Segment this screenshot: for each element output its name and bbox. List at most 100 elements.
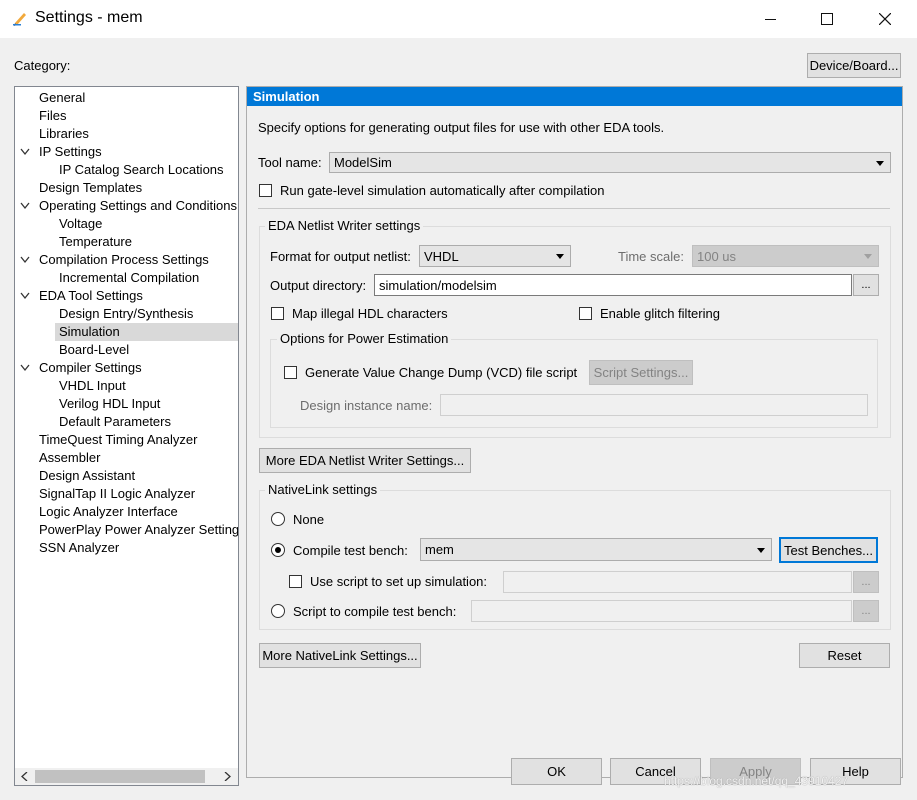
tree-item[interactable]: Compiler Settings [15, 359, 238, 377]
chevron-down-icon [864, 254, 872, 259]
tree-item-label: General [39, 90, 86, 105]
script-settings-button[interactable]: Script Settings... [589, 360, 693, 385]
output-dir-browse-button[interactable]: ... [853, 274, 879, 296]
tree-item-label: Operating Settings and Conditions [39, 198, 238, 213]
tree-item[interactable]: IP Catalog Search Locations [15, 161, 238, 179]
device-board-button[interactable]: Device/Board... [807, 53, 901, 78]
script-compile-input[interactable] [471, 600, 852, 622]
scroll-left-icon[interactable] [21, 772, 29, 781]
window-title: Settings - mem [35, 9, 143, 26]
chevron-down-icon [876, 160, 884, 166]
tree-item[interactable]: Simulation [55, 323, 238, 341]
tree-item-label: IP Catalog Search Locations [59, 162, 224, 177]
format-dropdown[interactable]: VHDL [419, 245, 571, 267]
tree-item[interactable]: Compilation Process Settings [15, 251, 238, 269]
tree-item[interactable]: Verilog HDL Input [15, 395, 238, 413]
tree-item[interactable]: PowerPlay Power Analyzer Settings [15, 521, 238, 539]
time-scale-dropdown[interactable]: 100 us [692, 245, 879, 267]
chevron-down-icon[interactable] [20, 256, 30, 264]
tree-item-label: Libraries [39, 126, 89, 141]
tree-item[interactable]: Board-Level [15, 341, 238, 359]
tree-item-label: SSN Analyzer [39, 540, 120, 555]
close-icon [879, 13, 891, 25]
tree-item-label: VHDL Input [59, 378, 126, 393]
tree-item-label: Assembler [39, 450, 101, 465]
scrollbar-thumb[interactable] [35, 770, 205, 783]
chevron-down-icon[interactable] [20, 292, 30, 300]
tree-item[interactable]: Temperature [15, 233, 238, 251]
more-nativelink-settings-button[interactable]: More NativeLink Settings... [259, 643, 421, 668]
reset-button[interactable]: Reset [799, 643, 890, 668]
nativelink-none-radio[interactable] [271, 512, 285, 526]
tree-item[interactable]: Libraries [15, 125, 238, 143]
tree-horizontal-scrollbar[interactable] [15, 768, 238, 785]
tree-item[interactable]: Operating Settings and Conditions [15, 197, 238, 215]
tree-item-label: Logic Analyzer Interface [39, 504, 178, 519]
ok-button[interactable]: OK [511, 758, 602, 785]
tree-item[interactable]: Design Assistant [15, 467, 238, 485]
tree-item[interactable]: General [15, 89, 238, 107]
chevron-down-icon [757, 547, 765, 553]
chevron-down-icon[interactable] [20, 202, 30, 210]
tool-name-dropdown[interactable]: ModelSim [329, 152, 891, 173]
tree-item[interactable]: Logic Analyzer Interface [15, 503, 238, 521]
time-scale-label: Time scale: [618, 249, 684, 264]
tree-item[interactable]: Design Entry/Synthesis [15, 305, 238, 323]
tree-item[interactable]: Voltage [15, 215, 238, 233]
run-gate-level-checkbox[interactable] [259, 184, 272, 197]
script-compile-radio[interactable] [271, 604, 285, 618]
run-gate-level-label: Run gate-level simulation automatically … [280, 183, 605, 198]
watermark: https://blog.csdn.net/qq_43910427 [664, 774, 849, 788]
vcd-checkbox[interactable] [284, 366, 297, 379]
title-bar: Settings - mem [0, 0, 917, 38]
glitch-filtering-checkbox[interactable] [579, 307, 592, 320]
design-instance-label: Design instance name: [300, 398, 433, 413]
tree-item[interactable]: Assembler [15, 449, 238, 467]
tree-item-label: Files [39, 108, 67, 123]
tree-item[interactable]: Incremental Compilation [15, 269, 238, 287]
tree-item[interactable]: Files [15, 107, 238, 125]
tree-item[interactable]: SignalTap II Logic Analyzer [15, 485, 238, 503]
tree-item-label: Verilog HDL Input [59, 396, 161, 411]
map-illegal-checkbox[interactable] [271, 307, 284, 320]
tree-item[interactable]: EDA Tool Settings [15, 287, 238, 305]
nativelink-none-label: None [293, 512, 325, 527]
script-compile-browse-button[interactable]: ... [853, 600, 879, 622]
tree-item[interactable]: Default Parameters [15, 413, 238, 431]
minimize-button[interactable] [747, 0, 793, 38]
format-label: Format for output netlist: [270, 249, 411, 264]
category-tree[interactable]: General Files Libraries IP Settings IP Catal… [14, 86, 239, 786]
use-script-browse-button[interactable]: ... [853, 571, 879, 593]
tree-item-label: EDA Tool Settings [39, 288, 143, 303]
tree-item[interactable]: SSN Analyzer [15, 539, 238, 557]
panel-description: Specify options for generating output fi… [258, 120, 665, 135]
test-benches-button[interactable]: Test Benches... [779, 537, 878, 563]
power-estimation-title: Options for Power Estimation [277, 331, 452, 346]
nativelink-title: NativeLink settings [265, 482, 381, 497]
tree-item-label: Compiler Settings [39, 360, 142, 375]
close-button[interactable] [862, 0, 908, 38]
more-eda-settings-button[interactable]: More EDA Netlist Writer Settings... [259, 448, 471, 473]
tool-name-label: Tool name: [258, 155, 322, 170]
compile-test-bench-dropdown[interactable]: mem [420, 538, 772, 561]
compile-test-bench-radio[interactable] [271, 543, 285, 557]
tree-item[interactable]: IP Settings [15, 143, 238, 161]
scroll-right-icon[interactable] [223, 772, 231, 781]
tree-item[interactable]: TimeQuest Timing Analyzer [15, 431, 238, 449]
output-dir-input[interactable]: simulation/modelsim [374, 274, 852, 296]
vcd-label: Generate Value Change Dump (VCD) file sc… [305, 365, 578, 380]
tree-item[interactable]: VHDL Input [15, 377, 238, 395]
design-instance-input[interactable] [440, 394, 868, 416]
tree-item-label: Simulation [59, 324, 120, 339]
compile-test-bench-label: Compile test bench: [293, 543, 408, 558]
chevron-down-icon[interactable] [20, 148, 30, 156]
maximize-button[interactable] [804, 0, 850, 38]
netlist-writer-title: EDA Netlist Writer settings [265, 218, 424, 233]
chevron-down-icon[interactable] [20, 364, 30, 372]
chevron-down-icon [556, 254, 564, 259]
use-script-input[interactable] [503, 571, 852, 593]
use-script-label: Use script to set up simulation: [310, 574, 488, 589]
tree-item-label: IP Settings [39, 144, 102, 159]
tree-item[interactable]: Design Templates [15, 179, 238, 197]
use-script-checkbox[interactable] [289, 575, 302, 588]
